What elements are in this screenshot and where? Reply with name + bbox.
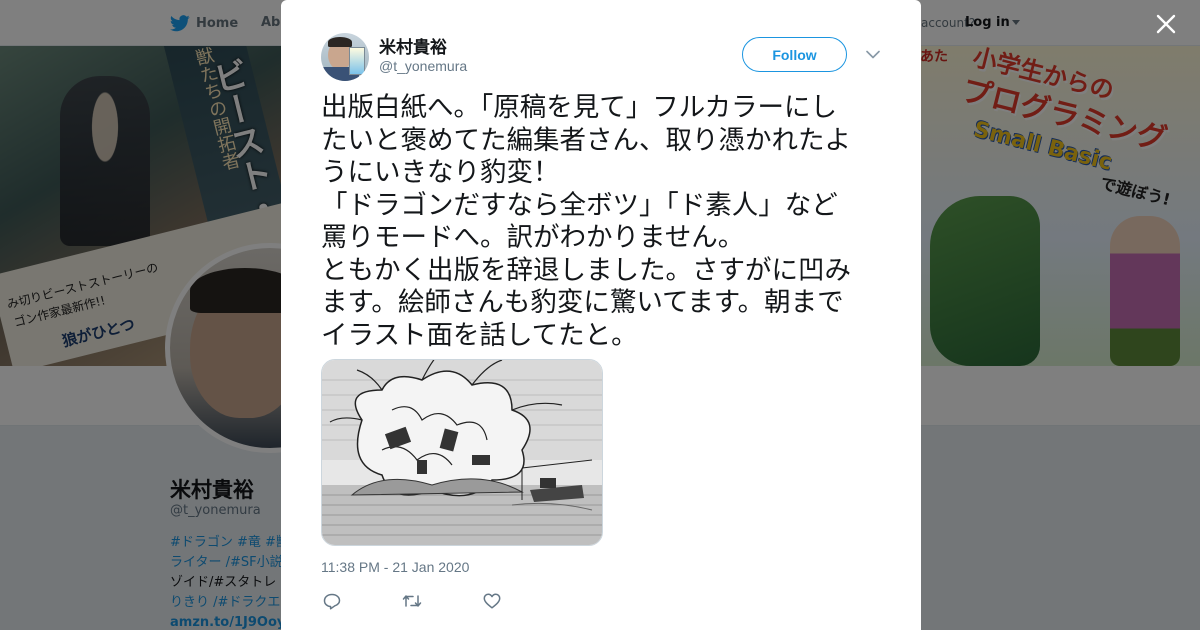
tweet-author-name[interactable]: 米村貴裕 bbox=[379, 33, 447, 58]
avatar-hair bbox=[328, 37, 352, 47]
tweet-modal: 米村貴裕 @t_yonemura Follow 出版白紙へ。「原稿を見て」フルカ… bbox=[281, 0, 921, 630]
tweet-text-line: たいと褒めてた編集者さん、取り憑かれたよ bbox=[321, 124, 851, 156]
follow-button[interactable]: Follow bbox=[742, 37, 847, 72]
close-button[interactable] bbox=[1153, 11, 1179, 37]
retweet-icon bbox=[402, 595, 422, 607]
tweet-text-line: 「ドラゴンだすなら全ボツ」「ド素人」など bbox=[321, 189, 838, 221]
tweet-timestamp[interactable]: 11:38 PM - 21 Jan 2020 bbox=[321, 559, 469, 575]
tweet-text-line: ます。絵師さんも豹変に驚いてます。朝まで bbox=[321, 287, 844, 318]
tweet-text-line: 罵りモードへ。訳がわかりません。 bbox=[321, 222, 745, 253]
tweet-text-line: 出版白紙へ。「原稿を見て」フルカラーにし bbox=[321, 92, 837, 123]
tweet-author-handle[interactable]: @t_yonemura bbox=[379, 58, 467, 74]
tweet-author-avatar[interactable] bbox=[321, 33, 369, 81]
reply-button[interactable] bbox=[321, 591, 343, 611]
more-options-button[interactable] bbox=[862, 45, 884, 63]
like-button[interactable] bbox=[481, 591, 503, 611]
reply-icon bbox=[323, 593, 341, 610]
tweet-text: 出版白紙へ。「原稿を見て」フルカラーにし たいと褒めてた編集者さん、取り憑かれた… bbox=[321, 92, 883, 352]
chevron-down-icon bbox=[866, 50, 880, 58]
explosion-illustration bbox=[322, 360, 602, 545]
tweet-media-image[interactable] bbox=[321, 359, 603, 546]
heart-icon bbox=[483, 593, 501, 609]
close-icon bbox=[1156, 14, 1176, 34]
tweet-text-line: ともかく出版を辞退しました。さすがに凹み bbox=[321, 254, 851, 286]
retweet-button[interactable] bbox=[401, 591, 423, 611]
avatar-book bbox=[349, 47, 365, 75]
tweet-text-line: イラスト面を話してたと。 bbox=[321, 319, 638, 351]
tweet-text-line: うにいきなり豹変！ bbox=[321, 157, 560, 188]
